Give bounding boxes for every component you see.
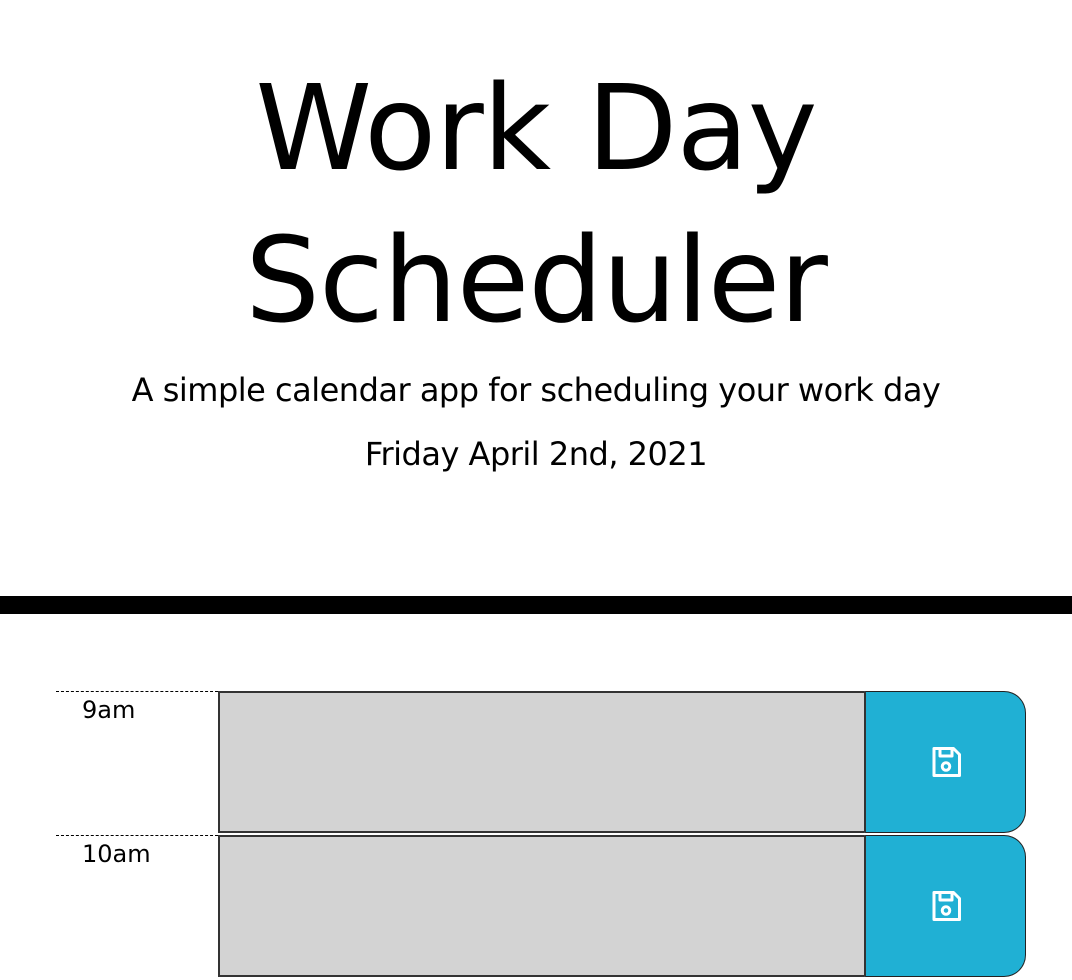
page-title: Work Day Scheduler bbox=[245, 59, 828, 349]
save-icon bbox=[928, 744, 964, 780]
page-subtitle: A simple calendar app for scheduling you… bbox=[131, 371, 941, 409]
hour-label: 9am bbox=[56, 691, 218, 833]
save-button[interactable] bbox=[864, 691, 1026, 833]
time-block-9am: 9am bbox=[56, 691, 1026, 833]
page-header: Work Day Scheduler A simple calendar app … bbox=[0, 0, 1072, 614]
current-day: Friday April 2nd, 2021 bbox=[364, 435, 708, 473]
save-icon bbox=[928, 888, 964, 924]
save-button[interactable] bbox=[864, 835, 1026, 977]
time-block-10am: 10am bbox=[56, 835, 1026, 977]
event-description-input[interactable] bbox=[218, 691, 864, 833]
event-description-input[interactable] bbox=[218, 835, 864, 977]
schedule-container: 9am 10am bbox=[56, 691, 1026, 979]
hour-label: 10am bbox=[56, 835, 218, 977]
